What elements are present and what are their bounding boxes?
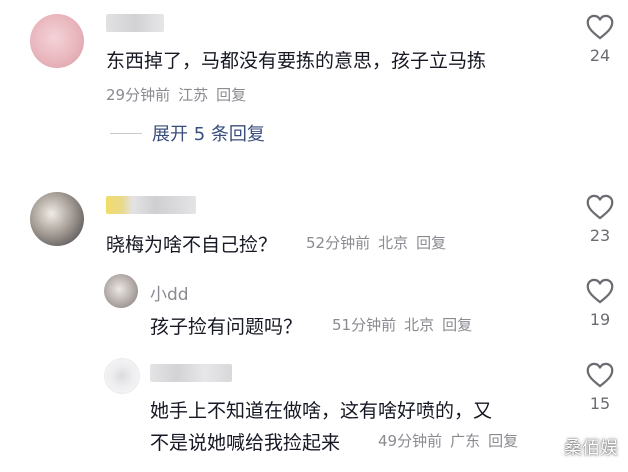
comment-meta: 29分钟前 江苏 回复 xyxy=(106,84,254,105)
like-button[interactable]: 23 xyxy=(580,194,620,245)
reply-meta: 51分钟前 北京 回复 xyxy=(332,314,480,335)
username-blurred[interactable] xyxy=(150,364,232,382)
comment-time: 29分钟前 xyxy=(106,86,171,104)
username-blurred[interactable] xyxy=(106,14,164,32)
like-button[interactable]: 19 xyxy=(580,278,620,329)
like-button[interactable]: 15 xyxy=(580,362,620,413)
like-button[interactable]: 24 xyxy=(580,14,620,65)
comment-text: 晓梅为啥不自己捡？ xyxy=(106,234,278,256)
reply-location: 广东 xyxy=(450,432,481,450)
reply-text-line-2: 不是说她喊给我捡起来 xyxy=(150,432,341,454)
like-count: 24 xyxy=(589,46,611,65)
reply-button[interactable]: 回复 xyxy=(416,234,446,252)
heart-outline-icon xyxy=(586,14,614,40)
like-count: 15 xyxy=(589,394,611,413)
avatar[interactable] xyxy=(30,192,84,246)
avatar[interactable] xyxy=(104,358,140,394)
reply-text: 孩子捡有问题吗？ xyxy=(150,316,303,338)
comment-location: 江苏 xyxy=(178,86,209,104)
reply-location: 北京 xyxy=(404,316,435,334)
expand-replies-label: 展开 5 条回复 xyxy=(152,124,265,145)
divider-line xyxy=(110,132,142,134)
reply-meta: 49分钟前 广东 回复 xyxy=(378,430,526,451)
reply-text-line-1: 她手上不知道在做啥，这有啥好喷的，又 xyxy=(150,400,493,422)
reply-username[interactable]: 小dd xyxy=(150,280,189,305)
username-blurred[interactable] xyxy=(106,196,196,214)
reply-button[interactable]: 回复 xyxy=(216,86,246,104)
avatar[interactable] xyxy=(104,274,138,308)
like-count: 23 xyxy=(589,226,611,245)
comment-meta: 52分钟前 北京 回复 xyxy=(306,232,454,253)
heart-outline-icon xyxy=(586,278,614,304)
watermark: 桑佰娱 xyxy=(564,438,618,459)
reply-time: 49分钟前 xyxy=(378,432,443,450)
comment-time: 52分钟前 xyxy=(306,234,371,252)
reply-button[interactable]: 回复 xyxy=(442,316,472,334)
avatar[interactable] xyxy=(30,14,84,68)
like-count: 19 xyxy=(589,310,611,329)
heart-outline-icon xyxy=(586,194,614,220)
heart-outline-icon xyxy=(586,362,614,388)
comment-location: 北京 xyxy=(378,234,409,252)
expand-replies-button[interactable]: 展开 5 条回复 xyxy=(110,120,265,146)
reply-time: 51分钟前 xyxy=(332,316,397,334)
comment-text: 东西掉了，马都没有要拣的意思，孩子立马拣 xyxy=(106,50,487,72)
reply-button[interactable]: 回复 xyxy=(488,432,518,450)
